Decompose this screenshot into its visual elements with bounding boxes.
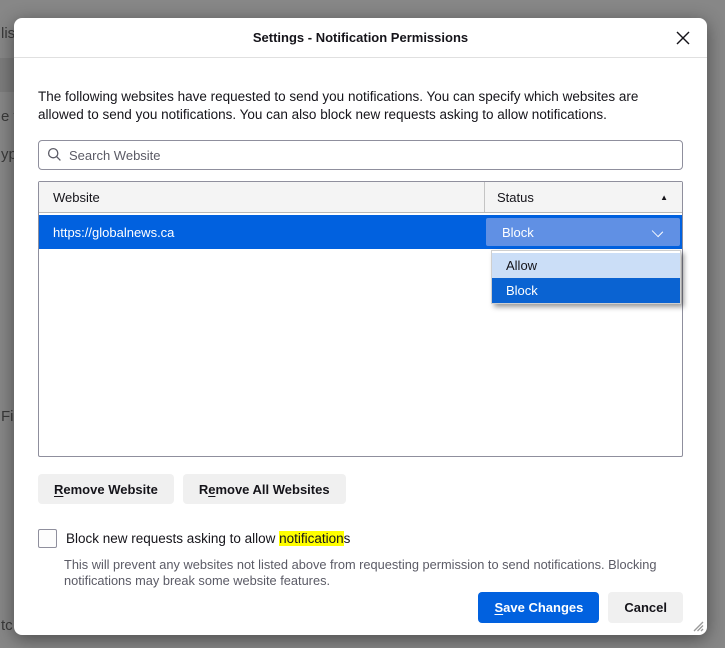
column-header-status[interactable]: Status ▲ (484, 182, 682, 212)
block-requests-row: Block new requests asking to allow notif… (38, 529, 683, 548)
dropdown-option-allow[interactable]: Allow (492, 253, 680, 278)
resize-grip[interactable] (689, 617, 704, 632)
block-requests-helper-text: This will prevent any websites not liste… (64, 557, 683, 588)
description-text: The following websites have requested to… (38, 88, 683, 123)
accesskey: S (494, 600, 503, 615)
remove-website-button[interactable]: Remove Website (38, 474, 174, 504)
status-select[interactable]: Block (486, 218, 680, 246)
save-changes-button[interactable]: Save Changes (478, 592, 599, 623)
search-icon (47, 147, 62, 162)
accesskey: R (54, 482, 63, 497)
sort-ascending-icon: ▲ (660, 193, 668, 202)
block-requests-checkbox[interactable] (38, 529, 57, 548)
status-dropdown-popup: Allow Block (491, 250, 681, 304)
column-header-website[interactable]: Website (39, 182, 484, 212)
label-part: R (199, 482, 208, 497)
dialog-title: Settings - Notification Permissions (253, 30, 468, 45)
close-icon (676, 31, 690, 45)
label-part: move All Websites (215, 482, 329, 497)
search-input[interactable] (38, 140, 683, 170)
status-select-value: Block (486, 225, 534, 240)
search-field-wrapper (38, 140, 683, 170)
permissions-listbox: Website Status ▲ https://globalnews.ca B… (38, 181, 683, 457)
chevron-down-icon (652, 226, 663, 237)
block-requests-label[interactable]: Block new requests asking to allow notif… (66, 531, 350, 546)
cancel-button[interactable]: Cancel (608, 592, 683, 623)
remove-buttons-row: Remove Website Remove All Websites (38, 474, 683, 504)
notification-permissions-dialog: Settings - Notification Permissions The … (14, 18, 707, 635)
dialog-titlebar: Settings - Notification Permissions (14, 18, 707, 58)
search-highlight: notification (279, 531, 344, 546)
column-header-website-label: Website (53, 190, 100, 205)
background-text-fragment: tc (1, 617, 13, 634)
listbox-header: Website Status ▲ (39, 182, 682, 213)
dialog-footer: Save Changes Cancel (38, 592, 683, 623)
table-row[interactable]: https://globalnews.ca Block (39, 215, 682, 249)
website-url: https://globalnews.ca (39, 225, 174, 240)
label-part: s (344, 531, 351, 546)
label-part: emove Website (63, 482, 157, 497)
dropdown-option-block[interactable]: Block (492, 278, 680, 303)
close-button[interactable] (671, 26, 695, 50)
dialog-body: The following websites have requested to… (14, 58, 707, 623)
label-part: ave Changes (503, 600, 583, 615)
label-part: Block new requests asking to allow (66, 531, 279, 546)
column-header-status-label: Status (497, 190, 534, 205)
remove-all-websites-button[interactable]: Remove All Websites (183, 474, 346, 504)
